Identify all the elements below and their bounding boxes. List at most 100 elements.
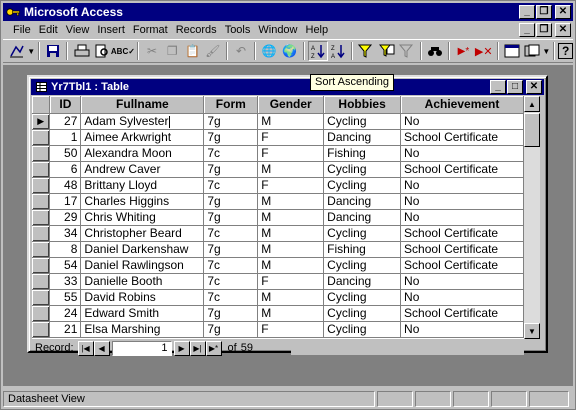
menu-records[interactable]: Records: [172, 22, 221, 38]
cell-hobbies[interactable]: Dancing: [323, 209, 402, 226]
help-icon[interactable]: ?: [558, 43, 574, 59]
new-object-dropdown-icon[interactable]: ▼: [542, 41, 550, 61]
cell-fullname[interactable]: David Robins: [80, 289, 205, 306]
table-row[interactable]: ▶ 27 Adam Sylvester 7g M Cycling No: [32, 113, 524, 130]
row-selector[interactable]: [32, 305, 51, 322]
cell-fullname[interactable]: Charles Higgins: [80, 193, 205, 210]
cell-fullname[interactable]: Chris Whiting: [80, 209, 205, 226]
cell-hobbies[interactable]: Cycling: [323, 257, 402, 274]
table-row[interactable]: 24 Edward Smith 7g M Cycling School Certifica…: [32, 305, 524, 322]
cell-id[interactable]: 34: [49, 225, 82, 242]
row-selector[interactable]: [32, 225, 51, 242]
cell-form[interactable]: 7g: [203, 129, 259, 146]
cell-hobbies[interactable]: Cycling: [323, 289, 402, 306]
cell-form[interactable]: 7g: [203, 305, 259, 322]
cell-achievement[interactable]: School Certificate: [400, 305, 524, 322]
cell-hobbies[interactable]: Cycling: [323, 177, 402, 194]
cell-id[interactable]: 50: [49, 145, 82, 162]
table-row[interactable]: 50 Alexandra Moon 7c F Fishing No: [32, 145, 524, 162]
cell-id[interactable]: 17: [49, 193, 82, 210]
scroll-up-arrow-icon[interactable]: ▲: [524, 96, 540, 112]
table-row[interactable]: 6 Andrew Caver 7g M Cycling School Certificat…: [32, 161, 524, 178]
close-button[interactable]: ✕: [555, 5, 571, 19]
menu-tools[interactable]: Tools: [221, 22, 255, 38]
format-painter-icon[interactable]: 🖌: [203, 41, 223, 61]
cell-id[interactable]: 54: [49, 257, 82, 274]
cell-form[interactable]: 7g: [203, 193, 259, 210]
menu-edit[interactable]: Edit: [35, 22, 62, 38]
minimize-button[interactable]: _: [519, 5, 535, 19]
row-selector[interactable]: [32, 273, 51, 290]
cell-hobbies[interactable]: Fishing: [323, 145, 402, 162]
cell-hobbies[interactable]: Cycling: [323, 321, 402, 338]
select-all-corner[interactable]: [32, 96, 51, 114]
row-selector[interactable]: [32, 209, 51, 226]
menu-view[interactable]: View: [62, 22, 94, 38]
cell-achievement[interactable]: No: [400, 113, 524, 130]
restore-button[interactable]: ❐: [536, 5, 552, 19]
cell-form[interactable]: 7g: [203, 161, 259, 178]
cell-gender[interactable]: M: [257, 289, 325, 306]
table-row[interactable]: 34 Christopher Beard 7c M Cycling School Cert…: [32, 225, 524, 242]
cell-gender[interactable]: M: [257, 241, 325, 258]
cell-fullname[interactable]: Elsa Marshing: [80, 321, 205, 338]
paste-icon[interactable]: 📋: [182, 41, 202, 61]
cell-form[interactable]: 7c: [203, 257, 259, 274]
copy-icon[interactable]: ❐: [162, 41, 182, 61]
row-selector[interactable]: [32, 241, 51, 258]
cell-gender[interactable]: F: [257, 145, 325, 162]
row-selector[interactable]: [32, 321, 51, 338]
current-record-indicator-icon[interactable]: ▶: [32, 113, 51, 130]
cell-gender[interactable]: M: [257, 305, 325, 322]
cell-form[interactable]: 7g: [203, 321, 259, 338]
cell-fullname[interactable]: Danielle Booth: [80, 273, 205, 290]
column-header-form[interactable]: Form: [203, 96, 259, 114]
cell-form[interactable]: 7c: [203, 289, 259, 306]
spelling-icon[interactable]: ABC✓: [111, 41, 135, 61]
filter-by-form-icon[interactable]: [377, 41, 397, 61]
delete-record-icon[interactable]: ▶✕: [474, 41, 494, 61]
table-row[interactable]: 1 Aimee Arkwright 7g F Dancing School Certifi…: [32, 129, 524, 146]
cell-achievement[interactable]: School Certificate: [400, 225, 524, 242]
doc-close-button[interactable]: ✕: [555, 23, 571, 37]
cell-gender[interactable]: M: [257, 193, 325, 210]
column-header-fullname[interactable]: Fullname: [80, 96, 205, 114]
column-header-achievement[interactable]: Achievement: [400, 96, 524, 114]
cell-achievement[interactable]: No: [400, 273, 524, 290]
new-record-icon[interactable]: ▶*: [453, 41, 473, 61]
scroll-down-arrow-icon[interactable]: ▼: [524, 323, 540, 339]
column-header-id[interactable]: ID: [49, 96, 82, 114]
cell-id[interactable]: 21: [49, 321, 82, 338]
record-number-input[interactable]: 1: [111, 340, 172, 356]
cell-hobbies[interactable]: Cycling: [323, 305, 402, 322]
cell-fullname[interactable]: Daniel Rawlingson: [80, 257, 205, 274]
row-selector[interactable]: [32, 289, 51, 306]
properties-icon[interactable]: [502, 41, 522, 61]
insert-hyperlink-icon[interactable]: 🌐: [259, 41, 279, 61]
cell-hobbies[interactable]: Fishing: [323, 241, 402, 258]
cell-id[interactable]: 33: [49, 273, 82, 290]
row-selector[interactable]: [32, 193, 51, 210]
cell-achievement[interactable]: No: [400, 209, 524, 226]
cell-achievement[interactable]: No: [400, 193, 524, 210]
cell-fullname[interactable]: Adam Sylvester: [80, 113, 205, 130]
cell-hobbies[interactable]: Cycling: [323, 113, 402, 130]
print-icon[interactable]: [71, 41, 91, 61]
column-header-gender[interactable]: Gender: [257, 96, 325, 114]
menu-window[interactable]: Window: [254, 22, 301, 38]
next-record-icon[interactable]: ▶: [173, 340, 190, 356]
cell-id[interactable]: 55: [49, 289, 82, 306]
cell-gender[interactable]: M: [257, 225, 325, 242]
row-selector[interactable]: [32, 177, 51, 194]
cell-id[interactable]: 48: [49, 177, 82, 194]
cell-fullname[interactable]: Alexandra Moon: [80, 145, 205, 162]
cell-id[interactable]: 29: [49, 209, 82, 226]
cell-achievement[interactable]: School Certificate: [400, 129, 524, 146]
table-close-button[interactable]: ✕: [526, 80, 542, 94]
cell-id[interactable]: 24: [49, 305, 82, 322]
print-preview-icon[interactable]: [92, 41, 112, 61]
web-toolbar-icon[interactable]: 🌍: [279, 41, 299, 61]
cell-gender[interactable]: F: [257, 129, 325, 146]
cell-achievement[interactable]: No: [400, 321, 524, 338]
cell-form[interactable]: 7c: [203, 225, 259, 242]
